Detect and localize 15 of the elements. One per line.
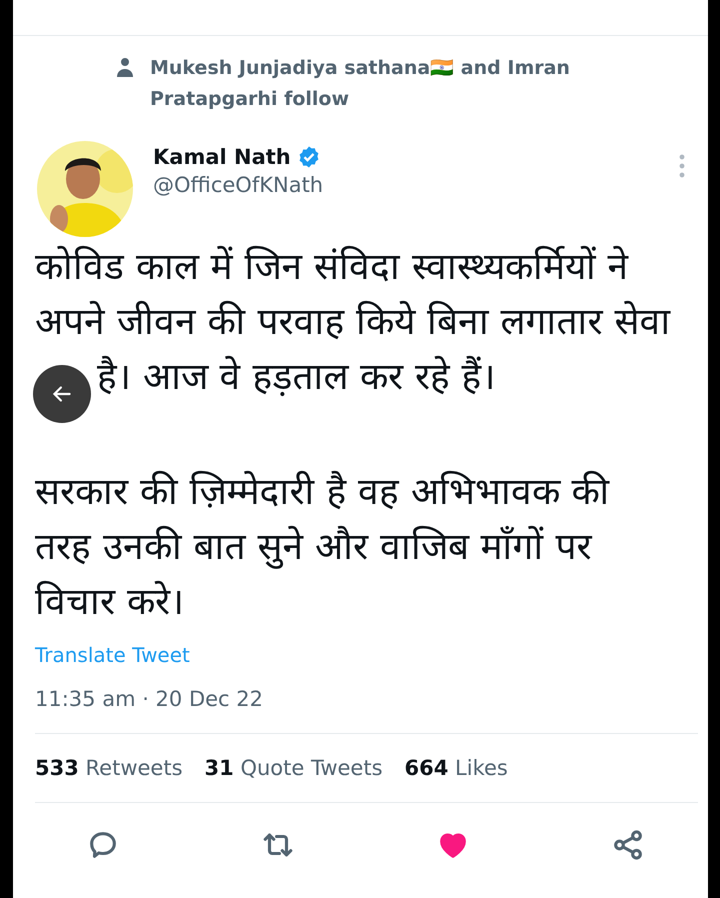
tweet-text-line: विचार करे। bbox=[35, 579, 184, 625]
share-icon bbox=[611, 828, 645, 862]
tweet-text-line: सरकार की ज़िम्मेदारी है वह अभिभावक की bbox=[35, 469, 610, 515]
stat-link[interactable]: 664 Likes bbox=[404, 756, 508, 780]
stat-link[interactable]: 31 Quote Tweets bbox=[204, 756, 383, 780]
person-icon bbox=[116, 57, 134, 79]
timestamp: 11:35 am · 20 Dec 22 bbox=[35, 687, 264, 711]
tweet-text-line: है। आज वे हड़ताल कर रहे हैं। bbox=[97, 354, 496, 400]
tweet-text-line: कोविड काल में जिन संविदा स्वास्थ्यकर्मियों ने bbox=[35, 244, 629, 290]
author-name[interactable]: Kamal Nath bbox=[153, 145, 291, 169]
author-handle[interactable]: @OfficeOfKNath bbox=[153, 173, 658, 197]
social-context-text: Mukesh Junjadiya sathana🇮🇳 and Imran Pratapgarhi follow bbox=[150, 56, 571, 112]
tweet-text-line: तरह उनकी बात सुने और वाजिब माँगों पर bbox=[35, 524, 592, 571]
tweet-text-line: अपने जीवन की परवाह किये बिना लगातार सेवा bbox=[35, 299, 670, 345]
stat-link[interactable]: 533 Retweets bbox=[35, 756, 183, 780]
